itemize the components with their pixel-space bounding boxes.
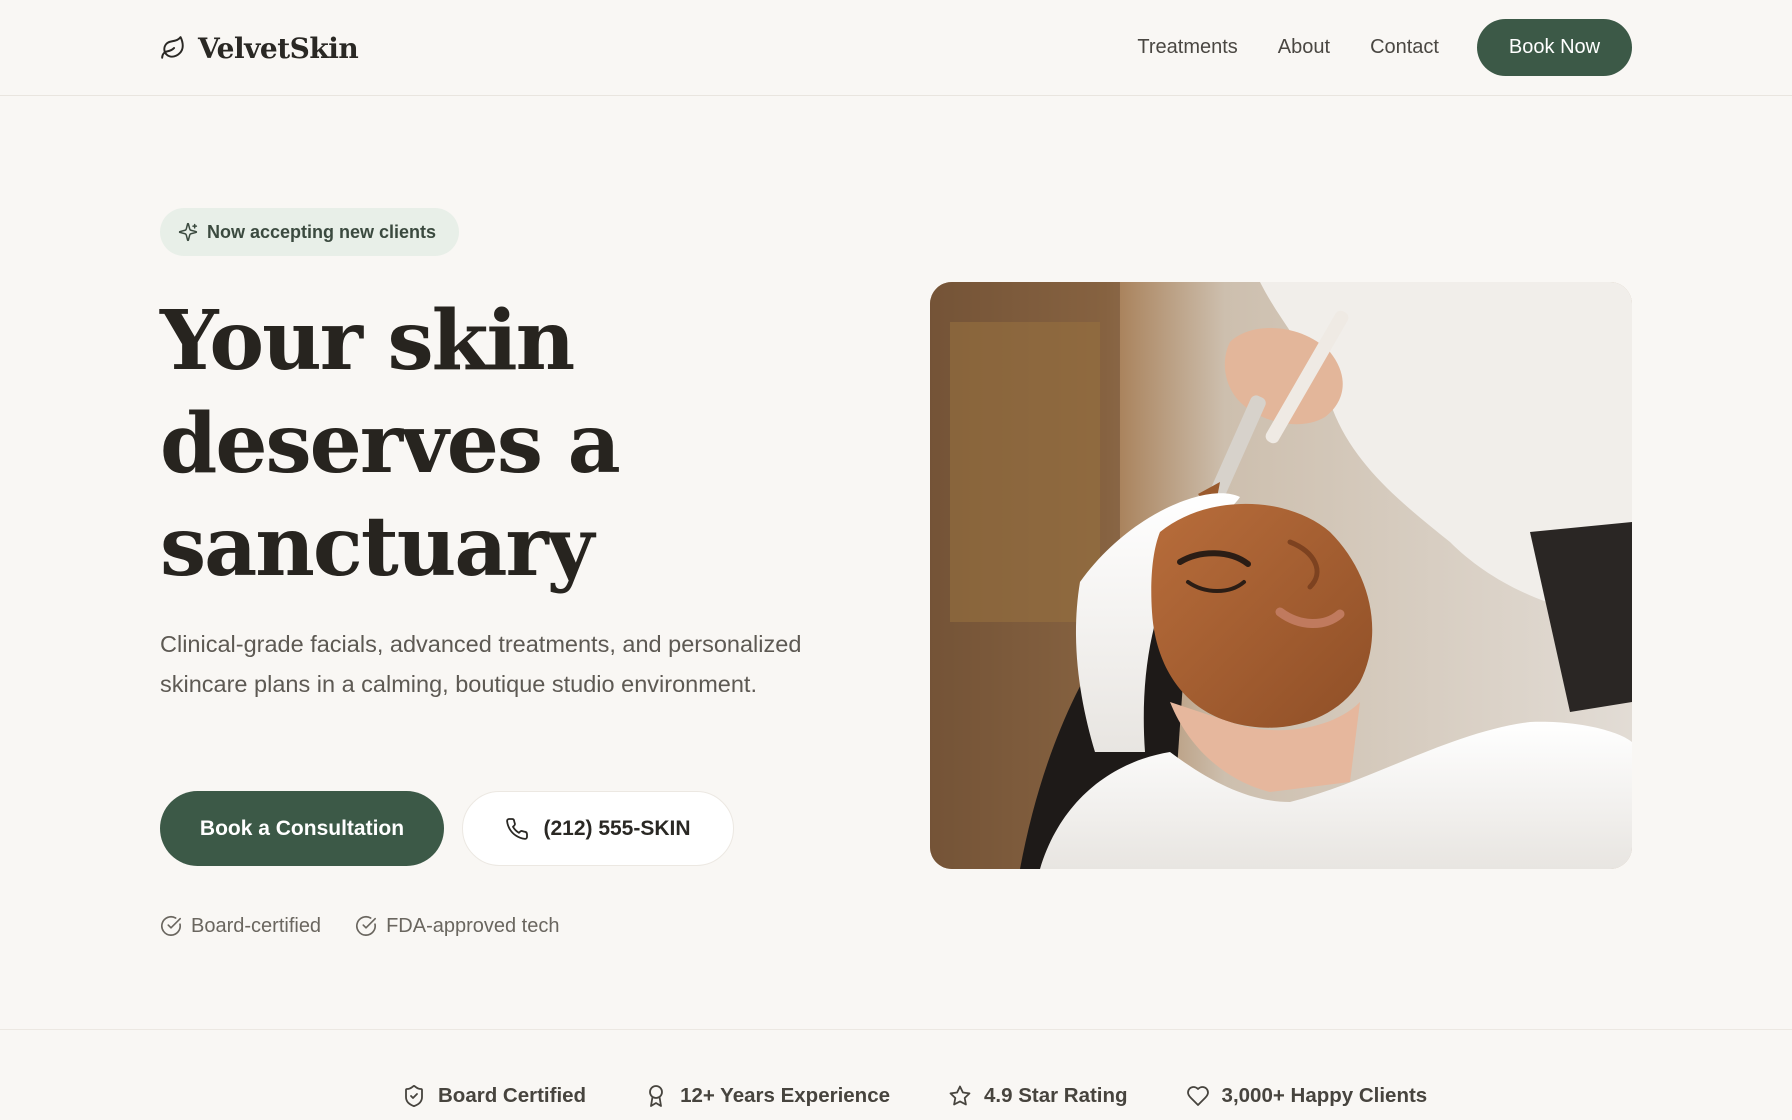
leaf-icon (161, 36, 184, 59)
stat-label: 12+ Years Experience (680, 1084, 890, 1107)
brand-name: VelvetSkin (198, 31, 359, 65)
hero-title: Your skin deserves a sanctuary (160, 290, 880, 599)
shield-icon (405, 1085, 423, 1107)
phone-button[interactable]: (212) 555-SKIN (462, 791, 734, 866)
phone-icon (506, 817, 529, 840)
hero-subtitle: Clinical-grade facials, advanced treatme… (160, 631, 802, 697)
stat-star-rating: 4.9 Star Rating (948, 1084, 1128, 1108)
badge-text: Now accepting new clients (207, 221, 437, 242)
new-clients-badge: Now accepting new clients (160, 208, 459, 256)
star-icon (949, 1085, 971, 1106)
stat-happy-clients: 3,000+ Happy Clients (1186, 1084, 1428, 1108)
stat-board-certified: Board Certified (402, 1084, 586, 1108)
sparkle-icon (178, 222, 198, 242)
nav-link-contact[interactable]: Contact (1370, 36, 1439, 59)
heart-icon (1186, 1086, 1209, 1106)
award-icon (649, 1085, 663, 1107)
hero-title-line-1: Your skin (160, 293, 575, 389)
check-circle-icon (161, 915, 181, 936)
trust-checks: Board-certified FDA-approved tech (160, 913, 559, 939)
nav-link-about[interactable]: About (1278, 36, 1330, 59)
check-label: Board-certified (191, 914, 322, 937)
stat-label: Board Certified (438, 1084, 587, 1107)
stat-label: 4.9 Star Rating (984, 1084, 1128, 1107)
nav-link-treatments[interactable]: Treatments (1137, 36, 1237, 59)
hero-title-line-2: deserves a (160, 396, 621, 492)
site-header: VelvetSkin Treatments About Contact Book… (0, 0, 1792, 96)
hero-title-line-3: sanctuary (160, 499, 594, 595)
book-consultation-button[interactable]: Book a Consultation (160, 791, 444, 866)
stats-bar: Board Certified 12+ Years Experience 4.9… (0, 1029, 1792, 1120)
check-fda-approved: FDA-approved tech (355, 915, 559, 938)
brand-logo[interactable]: VelvetSkin (160, 28, 359, 68)
check-label: FDA-approved tech (386, 914, 560, 937)
hero-photo (930, 282, 1632, 869)
book-now-button[interactable]: Book Now (1477, 19, 1632, 76)
stat-years-experience: 12+ Years Experience (644, 1084, 890, 1108)
check-board-certified: Board-certified (160, 915, 321, 938)
check-circle-icon (356, 915, 377, 936)
phone-label: (212) 555-SKIN (543, 816, 691, 840)
stat-label: 3,000+ Happy Clients (1221, 1084, 1428, 1107)
main-nav: Treatments About Contact Book Now (1137, 19, 1632, 76)
stats-row: Board Certified 12+ Years Experience 4.9… (402, 1081, 1427, 1111)
